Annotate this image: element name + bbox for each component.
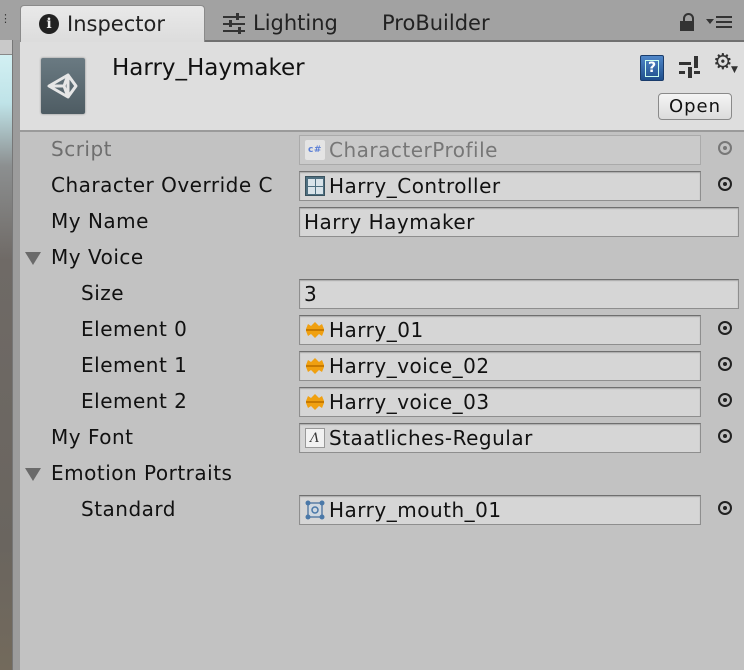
- foldout-my-voice[interactable]: My Voice: [20, 240, 744, 276]
- audio-clip-field[interactable]: Harry_voice_03: [299, 387, 701, 417]
- object-picker-icon: [718, 141, 732, 155]
- my-name-input[interactable]: Harry Haymaker: [299, 207, 739, 237]
- property-row-standard: Standard Harry_mouth_01: [20, 492, 744, 528]
- tab-inspector[interactable]: i Inspector: [20, 5, 205, 42]
- tab-menu-icon[interactable]: [706, 14, 740, 30]
- font-field[interactable]: Λ Staatliches-Regular: [299, 423, 701, 453]
- field-value: Harry_Controller: [329, 174, 501, 198]
- object-picker-icon[interactable]: [718, 429, 732, 443]
- field-value: Harry_voice_03: [329, 390, 490, 414]
- property-label: Size: [81, 281, 125, 305]
- sliders-icon: [223, 13, 245, 34]
- tab-lighting[interactable]: Lighting: [223, 6, 338, 40]
- field-value: CharacterProfile: [329, 138, 498, 162]
- property-label: My Name: [51, 209, 149, 233]
- property-label: Character Override C: [51, 173, 273, 197]
- character-override-field[interactable]: Harry_Controller: [299, 171, 701, 201]
- audio-clip-icon: [305, 392, 325, 412]
- field-value: Harry Haymaker: [304, 210, 475, 234]
- audio-clip-icon: [305, 320, 325, 340]
- object-name: Harry_Haymaker: [112, 55, 305, 81]
- sprite-field[interactable]: Harry_mouth_01: [299, 495, 701, 525]
- audio-clip-field[interactable]: Harry_voice_02: [299, 351, 701, 381]
- info-icon: i: [39, 14, 59, 34]
- help-book-icon[interactable]: ?: [640, 55, 664, 81]
- sprite-icon: [305, 500, 325, 520]
- field-value: Harry_mouth_01: [329, 498, 502, 522]
- audio-clip-field[interactable]: Harry_01: [299, 315, 701, 345]
- script-field: c# CharacterProfile: [299, 135, 701, 165]
- property-label: Element 1: [81, 353, 188, 377]
- property-label: Element 2: [81, 389, 188, 413]
- field-value: 3: [304, 282, 318, 306]
- tab-label: Inspector: [67, 12, 165, 36]
- foldout-expanded-icon[interactable]: [25, 468, 41, 481]
- field-value: Staatliches-Regular: [329, 426, 533, 450]
- field-value: Harry_voice_02: [329, 354, 490, 378]
- scene-toolbar-edge: [0, 40, 12, 55]
- inspector-panel: Harry_Haymaker ? ⚙ ▼ Open Script c# Chara…: [20, 42, 744, 670]
- tab-label: ProBuilder: [382, 11, 490, 35]
- property-label: Script: [51, 137, 113, 161]
- property-label: Emotion Portraits: [51, 461, 233, 485]
- inspector-header: Harry_Haymaker ? ⚙ ▼ Open: [20, 42, 744, 132]
- audio-clip-icon: [305, 356, 325, 376]
- scene-view-edge: ⋮: [0, 0, 14, 670]
- lock-icon[interactable]: [680, 13, 694, 31]
- presets-icon[interactable]: [679, 56, 701, 78]
- unity-logo-icon: [41, 58, 85, 114]
- object-picker-icon[interactable]: [718, 501, 732, 515]
- gear-icon[interactable]: ⚙ ▼: [713, 52, 738, 75]
- array-size-input[interactable]: 3: [299, 279, 739, 309]
- object-picker-icon[interactable]: [718, 321, 732, 335]
- foldout-expanded-icon[interactable]: [25, 252, 41, 265]
- property-row-element: Element 1 Harry_voice_02: [20, 348, 744, 384]
- object-picker-icon[interactable]: [718, 393, 732, 407]
- tab-bar: i Inspector Lighting ProBuilder: [20, 0, 744, 42]
- cs-script-icon: c#: [305, 140, 325, 160]
- field-value: Harry_01: [329, 318, 424, 342]
- property-label: Standard: [81, 497, 176, 521]
- property-row-my-name: My Name Harry Haymaker: [20, 204, 744, 240]
- panel-menu-icon[interactable]: ⋮: [0, 13, 11, 24]
- property-row-element: Element 2 Harry_voice_03: [20, 384, 744, 420]
- object-picker-icon[interactable]: [718, 357, 732, 371]
- open-button[interactable]: Open: [658, 93, 732, 120]
- property-row-script: Script c# CharacterProfile: [20, 132, 744, 168]
- property-row-my-font: My Font Λ Staatliches-Regular: [20, 420, 744, 456]
- property-row-element: Element 0 Harry_01: [20, 312, 744, 348]
- property-row-size: Size 3: [20, 276, 744, 312]
- property-label: My Font: [51, 425, 134, 449]
- property-row-character-override: Character Override C Harry_Controller: [20, 168, 744, 204]
- tab-probuilder[interactable]: ProBuilder: [382, 6, 490, 40]
- property-label: Element 0: [81, 317, 188, 341]
- object-picker-icon[interactable]: [718, 177, 732, 191]
- foldout-emotion-portraits[interactable]: Emotion Portraits: [20, 456, 744, 492]
- property-label: My Voice: [51, 245, 144, 269]
- font-icon: Λ: [305, 428, 325, 448]
- animator-controller-icon: [305, 176, 325, 196]
- tab-label: Lighting: [253, 11, 338, 35]
